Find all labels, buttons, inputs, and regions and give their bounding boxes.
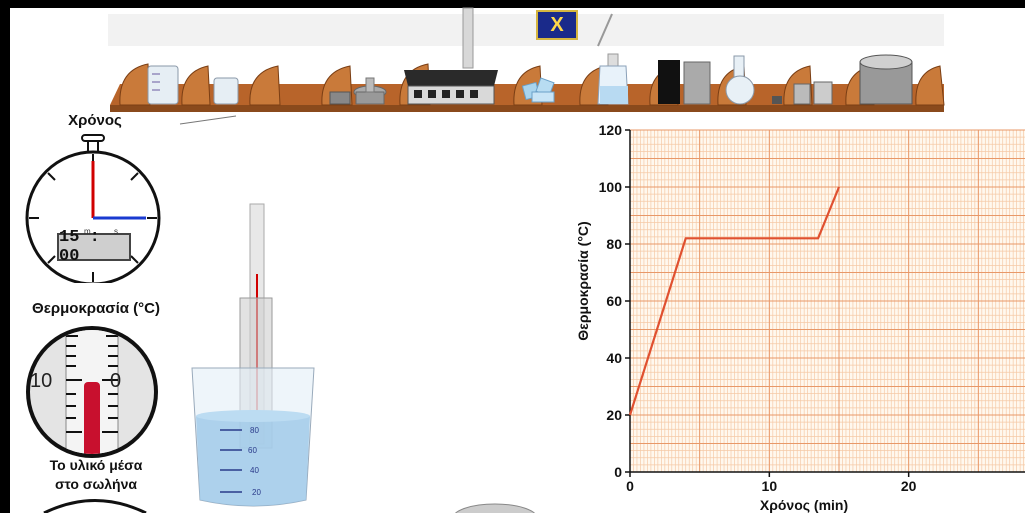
y-tick-label: 100 [599,179,623,195]
shelf-item-black-cylinders[interactable] [658,60,711,105]
y-tick-label: 20 [606,407,622,423]
shelf-item-beaker-large[interactable] [147,65,179,105]
shelf-item-beaker-small[interactable] [213,77,239,105]
shelf-item-test-tube-rack[interactable] [404,70,498,105]
thermometer-mercury [84,382,100,454]
x-tick-label: 10 [762,478,778,494]
thermometer-tick-label: 0 [110,370,122,392]
material-title: Το υλικό μέσα στο σωλήνα [22,456,170,494]
beaker-scale-label: 20 [252,488,261,497]
temperature-time-chart: 0204060801001200102030Χρόνος (min)Θερμοκ… [575,122,1025,513]
stand-rod [462,7,474,69]
stopwatch-second-label: s [114,227,118,236]
beaker-scale-label: 40 [250,466,259,475]
y-tick-label: 0 [614,464,622,480]
x-tick-label: 0 [626,478,634,494]
shelf-item-wash-bottle[interactable] [597,13,629,105]
y-tick-label: 80 [606,236,622,252]
y-tick-label: 60 [606,293,622,309]
beaker-scale-label: 80 [250,426,259,435]
y-tick-label: 120 [599,122,623,138]
stopwatch-title: Χρόνος [68,112,122,129]
apparatus-partial [455,503,535,513]
close-button[interactable]: X [536,10,578,40]
material-title-line1: Το υλικό μέσα [49,457,143,473]
y-tick-label: 40 [606,350,622,366]
material-title-line2: στο σωλήνα [54,476,137,492]
thermometer-tick-label: 10 [30,370,53,392]
stopwatch-time: 15 : 00 [59,228,100,266]
x-tick-label: 20 [901,478,917,494]
equipment-shelf [110,7,945,125]
beaker-scale-label: 60 [248,446,257,455]
material-view-edge [43,499,147,513]
stopwatch-display: 15 : 00 [57,228,131,266]
x-axis-label: Χρόνος (min) [760,497,848,513]
y-axis-label: Θερμοκρασία (°C) [575,221,591,340]
thermometer-title: Θερμοκρασία (°C) [32,300,160,317]
stopwatch-minute-label: m [84,227,91,236]
shelf-item-calorimeter[interactable] [859,54,913,105]
